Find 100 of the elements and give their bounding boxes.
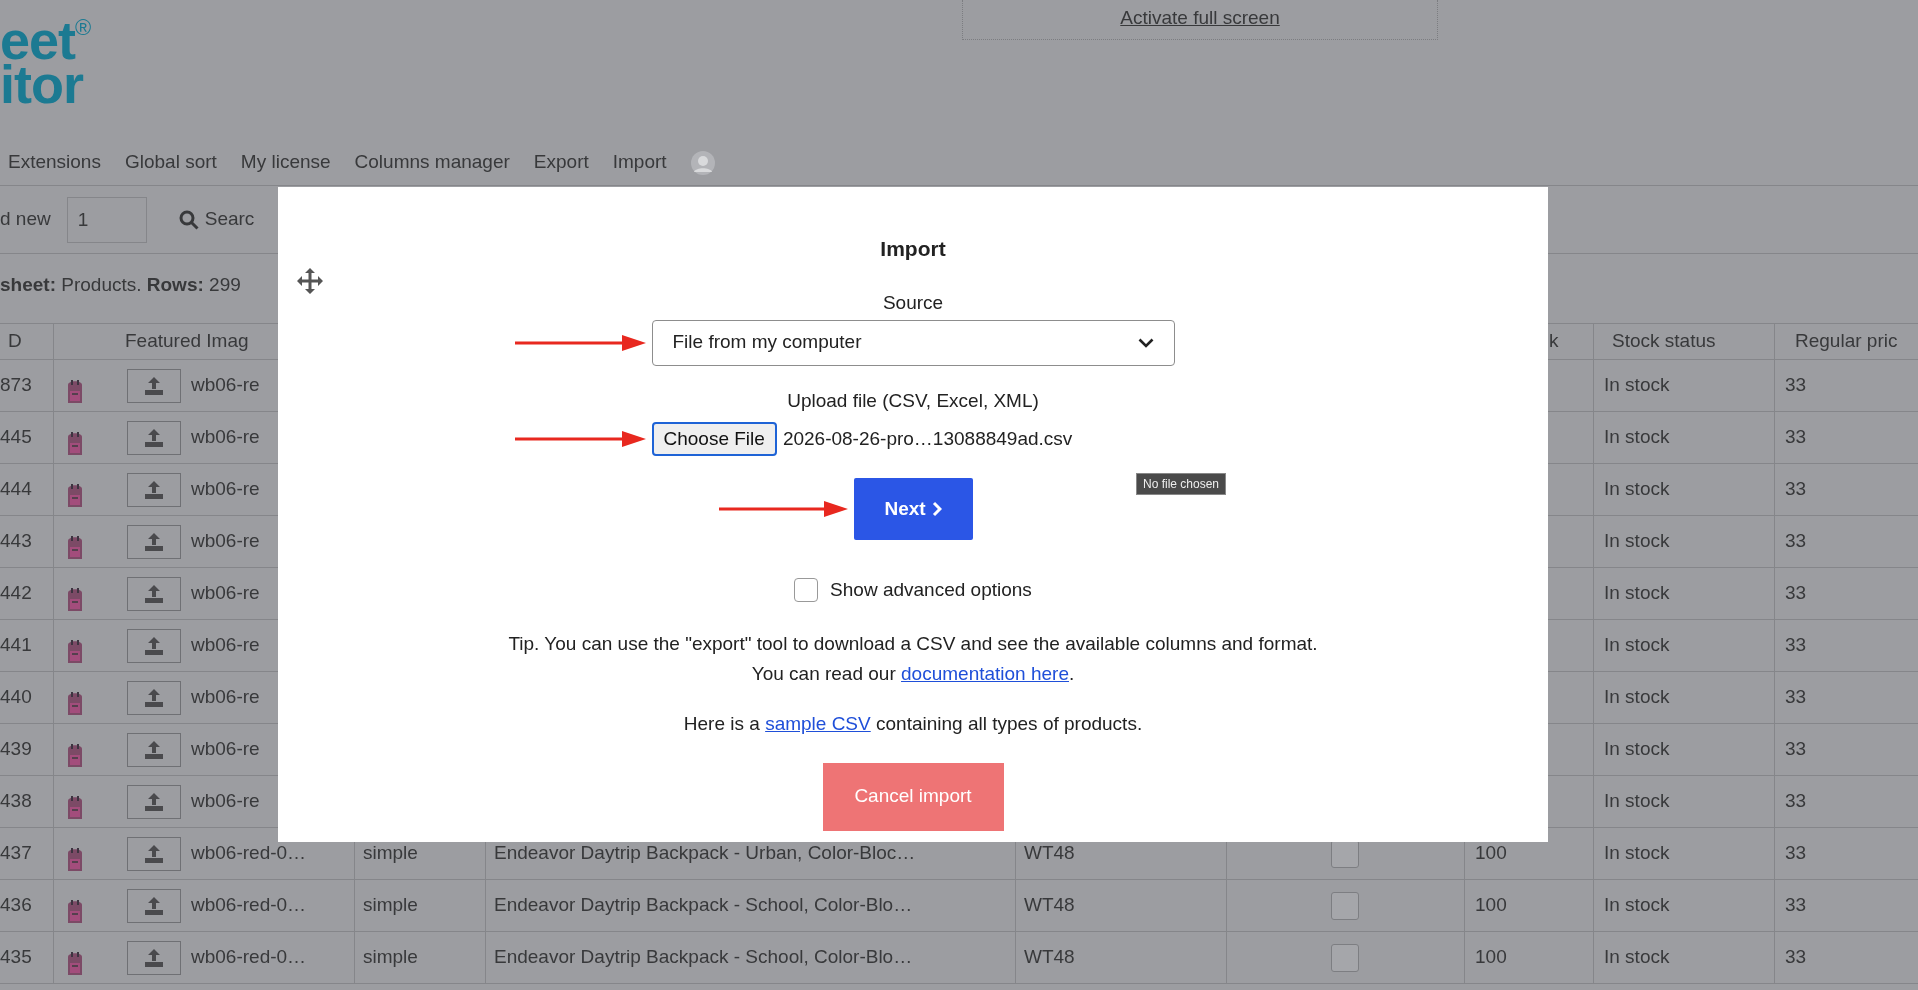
table-cell: 438: [0, 776, 54, 827]
table-cell: 33: [1775, 620, 1918, 671]
table-cell: simple: [355, 880, 486, 931]
upload-button[interactable]: [127, 472, 181, 507]
menu-item[interactable]: Columns manager: [354, 148, 510, 177]
upload-icon: [143, 635, 165, 656]
upload-button[interactable]: [127, 836, 181, 871]
menu-item[interactable]: Extensions: [8, 148, 101, 177]
checkbox[interactable]: [1331, 891, 1359, 920]
upload-button[interactable]: [127, 680, 181, 715]
upload-icon: [143, 687, 165, 708]
upload-button[interactable]: [127, 576, 181, 611]
table-cell: In stock: [1594, 464, 1775, 515]
upload-button[interactable]: [127, 524, 181, 559]
table-cell-text: wb06-re: [191, 581, 260, 606]
table-cell: In stock: [1594, 516, 1775, 567]
table-cell: 33: [1775, 516, 1918, 567]
table-cell-text: wb06-re: [191, 789, 260, 814]
upload-icon: [143, 791, 165, 812]
upload-button[interactable]: [127, 888, 181, 923]
table-cell: In stock: [1594, 932, 1775, 983]
checkbox-label[interactable]: Show advanced options: [830, 576, 1032, 605]
choose-file-button[interactable]: Choose File: [651, 421, 777, 456]
table-cell: 33: [1775, 828, 1918, 879]
table-cell: 437: [0, 828, 54, 879]
table-cell: 33: [1775, 672, 1918, 723]
menu-item[interactable]: Global sort: [124, 148, 217, 177]
table-cell: In stock: [1594, 776, 1775, 827]
tooltip: No file chosen: [1136, 473, 1227, 495]
checkbox[interactable]: [794, 578, 819, 603]
table-cell: In stock: [1594, 620, 1775, 671]
checkbox[interactable]: [1331, 943, 1359, 972]
upload-icon: [143, 479, 165, 500]
table-cell-text: wb06-red-0…: [191, 945, 307, 970]
source-select[interactable]: File from my computer: [651, 319, 1175, 366]
menu-item[interactable]: Import: [612, 148, 667, 177]
table-cell: WT48: [1016, 932, 1227, 983]
menu-item[interactable]: Export: [533, 148, 589, 177]
search-button[interactable]: Searc: [178, 205, 255, 234]
table-cell: 445: [0, 412, 54, 463]
table-cell: WT48: [1016, 880, 1227, 931]
menu-item[interactable]: My license: [240, 148, 331, 177]
table-cell: In stock: [1594, 880, 1775, 931]
upload-icon: [143, 531, 165, 552]
table-cell: 33: [1775, 360, 1918, 411]
table-cell: In stock: [1594, 568, 1775, 619]
table-cell: 33: [1775, 776, 1918, 827]
sheet-info: sheet: Products. Rows: 299: [0, 274, 241, 295]
dialog-title: Import: [880, 236, 946, 262]
next-button[interactable]: Next: [853, 478, 973, 540]
table-cell: 441: [0, 620, 54, 671]
table-cell: In stock: [1594, 412, 1775, 463]
field-label: Upload file (CSV, Excel, XML): [787, 388, 1039, 413]
table-cell: 100: [1465, 932, 1594, 983]
table-cell-text: wb06-red-0…: [191, 841, 307, 866]
column-header[interactable]: Stock status: [1594, 324, 1775, 359]
cancel-button[interactable]: Cancel import: [822, 762, 1004, 831]
add-new-label: d new: [0, 207, 51, 232]
table-cell-text: wb06-re: [191, 685, 260, 710]
table-cell: 435: [0, 932, 54, 983]
table-cell: 440: [0, 672, 54, 723]
chevron-down-icon: [1137, 337, 1154, 348]
logo-text: itor: [0, 62, 85, 106]
column-header[interactable]: D: [0, 324, 54, 359]
table-cell: In stock: [1594, 360, 1775, 411]
table-cell: simple: [355, 932, 486, 983]
table-cell: 436: [0, 880, 54, 931]
upload-button[interactable]: [127, 784, 181, 819]
table-cell-text: wb06-re: [191, 477, 260, 502]
table-cell: 33: [1775, 724, 1918, 775]
column-header[interactable]: Regular pric: [1775, 324, 1918, 359]
upload-icon: [143, 739, 165, 760]
table-cell: 33: [1775, 568, 1918, 619]
table-cell: 873: [0, 360, 54, 411]
upload-icon: [143, 843, 165, 864]
avatar-icon[interactable]: [690, 150, 715, 175]
count-field[interactable]: 1: [66, 196, 147, 243]
table-cell-text: wb06-red-0…: [191, 893, 307, 918]
table-cell: 33: [1775, 880, 1918, 931]
table-cell: 444: [0, 464, 54, 515]
table-cell: 439: [0, 724, 54, 775]
sample-csv-link[interactable]: sample CSV: [765, 712, 871, 734]
upload-icon: [143, 375, 165, 396]
tip-text: Tip. You can use the "export" tool to download a CSV and see the available columns and format.: [508, 631, 1318, 656]
upload-icon: [143, 583, 165, 604]
move-icon[interactable]: [296, 267, 324, 295]
table-cell-text: wb06-re: [191, 373, 260, 398]
upload-icon: [143, 947, 165, 968]
upload-button[interactable]: [127, 628, 181, 663]
documentation-link[interactable]: documentation here: [901, 662, 1069, 684]
upload-button[interactable]: [127, 368, 181, 403]
field-label: Source: [882, 290, 944, 315]
upload-button[interactable]: [127, 732, 181, 767]
upload-button[interactable]: [127, 420, 181, 455]
help-text: Here is a sample CSV containing all types of products.: [683, 711, 1143, 736]
chevron-right-icon: [931, 501, 942, 517]
logo-text: eet$^{®}$: [0, 18, 92, 62]
fullscreen-link[interactable]: Activate full screen: [962, 0, 1438, 40]
upload-button[interactable]: [127, 940, 181, 975]
table-cell-text: wb06-re: [191, 737, 260, 762]
